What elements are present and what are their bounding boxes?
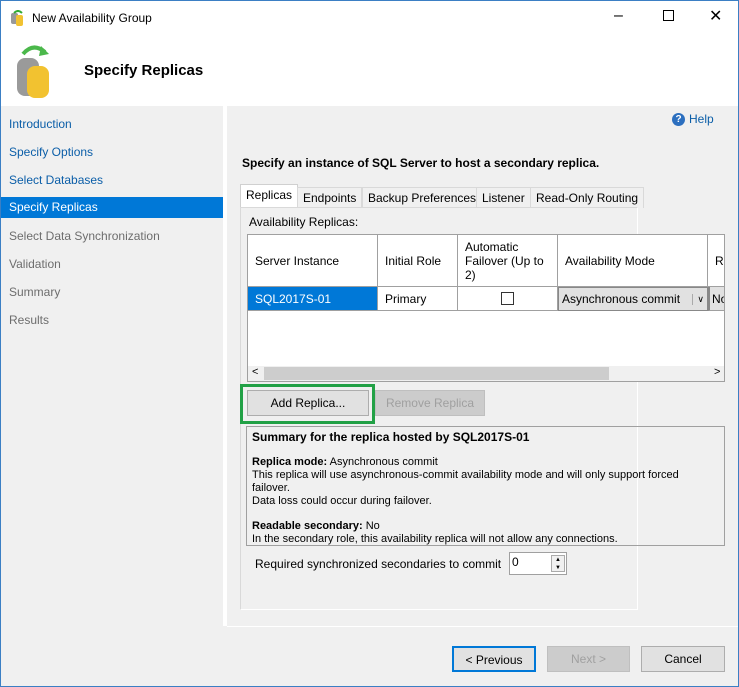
replica-summary-box: Summary for the replica hosted by SQL201… xyxy=(246,426,725,546)
summary-title: Summary for the replica hosted by SQL201… xyxy=(252,430,530,444)
readable-desc: In the secondary role, this availability… xyxy=(252,533,618,545)
nav-specify-options[interactable]: Specify Options xyxy=(9,142,93,162)
page-title: Specify Replicas xyxy=(84,62,204,79)
tab-backup-preferences[interactable]: Backup Preferences xyxy=(362,187,483,208)
add-replica-button[interactable]: Add Replica... xyxy=(247,390,369,416)
availability-mode-value: Asynchronous commit xyxy=(562,292,681,306)
availability-mode-dropdown[interactable]: Asynchronous commit ∨ xyxy=(558,287,708,311)
required-secondaries-label: Required synchronized secondaries to com… xyxy=(255,557,502,571)
scrollbar-thumb[interactable] xyxy=(264,367,609,380)
required-secondaries-spinner[interactable]: 0 ▲ ▼ xyxy=(509,552,567,575)
help-label: Help xyxy=(689,112,714,126)
sidebar: Introduction Specify Options Select Data… xyxy=(1,106,223,626)
readable-value: No xyxy=(362,520,380,532)
nav-summary: Summary xyxy=(9,285,61,299)
minimize-button[interactable]: – xyxy=(614,7,623,25)
cell-readable[interactable]: No xyxy=(708,287,724,311)
help-link[interactable]: ? Help xyxy=(672,112,714,126)
nav-specify-replicas[interactable]: Specify Replicas xyxy=(1,197,223,218)
title-bar: New Availability Group – ✕ xyxy=(1,1,738,34)
readable-label: Readable secondary: xyxy=(252,520,363,532)
failover-checkbox[interactable] xyxy=(501,292,514,305)
header-availability-mode[interactable]: Availability Mode xyxy=(558,235,708,287)
replicas-grid: Server Instance Initial Role Automatic F… xyxy=(247,234,725,382)
header-server-instance[interactable]: Server Instance xyxy=(248,235,378,287)
replica-mode-desc: This replica will use asynchronous-commi… xyxy=(252,469,679,494)
horizontal-scrollbar[interactable]: < > xyxy=(248,366,724,381)
database-sync-icon xyxy=(17,45,49,98)
cancel-button[interactable]: Cancel xyxy=(641,646,725,672)
cell-server-instance[interactable]: SQL2017S-01 xyxy=(248,287,378,311)
tab-read-only-routing[interactable]: Read-Only Routing xyxy=(530,187,645,208)
chevron-down-icon: ∨ xyxy=(692,293,704,305)
header-automatic-failover[interactable]: Automatic Failover (Up to 2) xyxy=(458,235,558,287)
spinner-arrows-icon[interactable]: ▲ ▼ xyxy=(551,555,565,572)
tab-replicas[interactable]: Replicas xyxy=(240,184,299,208)
instruction-text: Specify an instance of SQL Server to hos… xyxy=(242,156,600,170)
header-initial-role[interactable]: Initial Role xyxy=(378,235,458,287)
close-button[interactable]: ✕ xyxy=(709,6,722,26)
app-icon xyxy=(11,10,23,26)
grid-label: Availability Replicas: xyxy=(249,215,359,229)
replica-mode-value: Asynchronous commit xyxy=(327,456,438,468)
nav-results: Results xyxy=(9,313,50,327)
next-button: Next > xyxy=(547,646,630,672)
nav-validation: Validation xyxy=(9,257,61,271)
remove-replica-button: Remove Replica xyxy=(375,390,485,416)
replica-mode-desc-2: Data loss could occur during failover. xyxy=(252,495,432,507)
tab-listener[interactable]: Listener xyxy=(476,187,531,208)
footer-divider xyxy=(227,626,738,627)
nav-select-databases[interactable]: Select Databases xyxy=(9,170,103,190)
dialog-window: New Availability Group – ✕ Specify Repli… xyxy=(0,0,739,687)
maximize-button[interactable] xyxy=(663,10,674,21)
cell-failover[interactable] xyxy=(458,287,558,311)
help-icon: ? xyxy=(672,112,685,126)
nav-introduction[interactable]: Introduction xyxy=(9,114,72,134)
sidebar-divider xyxy=(223,106,227,626)
window-title: New Availability Group xyxy=(32,11,152,25)
previous-button[interactable]: < Previous xyxy=(452,646,536,672)
nav-select-data-sync: Select Data Synchronization xyxy=(9,229,160,243)
scroll-right-icon[interactable]: > xyxy=(714,366,720,378)
replica-mode-label: Replica mode: xyxy=(252,456,328,468)
cell-initial-role[interactable]: Primary xyxy=(378,287,458,311)
tab-endpoints[interactable]: Endpoints xyxy=(297,187,363,208)
page-header: Specify Replicas xyxy=(1,34,738,106)
scroll-left-icon[interactable]: < xyxy=(252,366,258,378)
spinner-value[interactable]: 0 xyxy=(512,555,519,569)
header-readable[interactable]: R xyxy=(708,235,724,287)
